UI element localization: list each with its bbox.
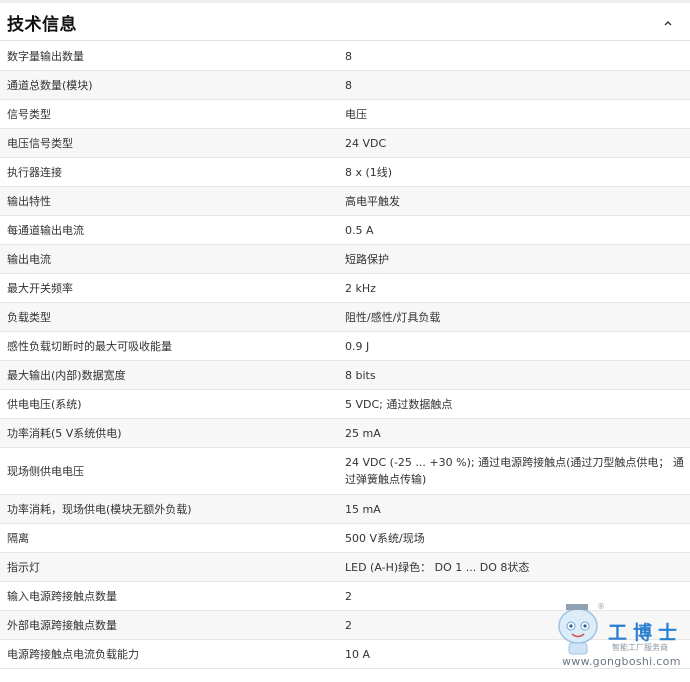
section-title: 技术信息 (7, 15, 77, 35)
spec-row: 最大开关频率 2 kHz (0, 274, 690, 303)
spec-key: 外部电源跨接触点数量 (7, 619, 117, 632)
spec-row: 数字量输出数量 8 (0, 42, 690, 71)
section-header[interactable]: 技术信息 (0, 5, 690, 41)
spec-row: 指示灯 LED (A-H)绿色： DO 1 ... DO 8状态 (0, 553, 690, 582)
spec-key: 负载类型 (7, 311, 51, 324)
spec-value: 电压 (345, 107, 367, 121)
spec-row: 输出特性 高电平触发 (0, 187, 690, 216)
spec-row: 每通道输出电流 0.5 A (0, 216, 690, 245)
spec-row: 信号类型 电压 (0, 100, 690, 129)
spec-key: 功率消耗，现场供电(模块无额外负载) (7, 503, 192, 516)
spec-row: 电源跨接触点电流负载能力 10 A (0, 640, 690, 669)
spec-key: 供电电压(系统) (7, 398, 82, 411)
spec-key: 指示灯 (7, 561, 40, 574)
spec-value: 5 VDC; 通过数据触点 (345, 397, 453, 411)
spec-value: 10 A (345, 647, 371, 661)
spec-value: 高电平触发 (345, 194, 400, 208)
spec-key: 隔离 (7, 532, 29, 545)
spec-row: 外部电源跨接触点数量 2 (0, 611, 690, 640)
spec-row: 供电电压(系统) 5 VDC; 通过数据触点 (0, 390, 690, 419)
spec-table: 数字量输出数量 8 通道总数量(模块) 8 信号类型 电压 电压信号类型 24 VDC … (0, 42, 690, 669)
top-divider (0, 0, 690, 3)
spec-key: 输入电源跨接触点数量 (7, 590, 117, 603)
spec-row: 执行器连接 8 x (1线) (0, 158, 690, 187)
spec-value: 25 mA (345, 426, 381, 440)
spec-row: 通道总数量(模块) 8 (0, 71, 690, 100)
spec-value: 8 x (1线) (345, 165, 393, 179)
chevron-up-icon[interactable] (660, 15, 676, 31)
spec-key: 执行器连接 (7, 166, 62, 179)
spec-value: 0.5 A (345, 223, 374, 237)
spec-row: 电压信号类型 24 VDC (0, 129, 690, 158)
spec-value: 24 VDC (345, 136, 387, 150)
spec-key: 现场侧供电电压 (7, 465, 84, 478)
spec-key: 每通道输出电流 (7, 224, 84, 237)
spec-value: 8 (345, 78, 352, 92)
spec-value: 短路保护 (345, 252, 389, 266)
spec-row: 负载类型 阻性/感性/灯具负载 (0, 303, 690, 332)
spec-row: 功率消耗(5 V系统供电) 25 mA (0, 419, 690, 448)
spec-value: 2 (345, 589, 352, 603)
spec-key: 电源跨接触点电流负载能力 (7, 648, 139, 661)
spec-value: 500 V系统/现场 (345, 531, 425, 545)
spec-row: 最大输出(内部)数据宽度 8 bits (0, 361, 690, 390)
spec-row: 隔离 500 V系统/现场 (0, 524, 690, 553)
spec-value: 0.9 J (345, 339, 370, 353)
spec-value: 阻性/感性/灯具负载 (345, 310, 441, 324)
spec-key: 电压信号类型 (7, 137, 73, 150)
spec-value: 24 VDC (-25 ... +30 %); 通过电源跨接触点(通过刀型触点供… (345, 456, 684, 486)
spec-row: 输入电源跨接触点数量 2 (0, 582, 690, 611)
spec-key: 数字量输出数量 (7, 50, 84, 63)
spec-row: 感性负载切断时的最大可吸收能量 0.9 J (0, 332, 690, 361)
spec-key: 输出特性 (7, 195, 51, 208)
spec-key: 最大开关频率 (7, 282, 73, 295)
spec-value: 2 kHz (345, 281, 376, 295)
spec-value: 15 mA (345, 502, 381, 516)
spec-key: 通道总数量(模块) (7, 79, 93, 92)
spec-row: 输出电流 短路保护 (0, 245, 690, 274)
spec-row: 现场侧供电电压 24 VDC (-25 ... +30 %); 通过电源跨接触点(… (0, 448, 690, 495)
spec-value: LED (A-H)绿色： DO 1 ... DO 8状态 (345, 560, 530, 574)
spec-key: 最大输出(内部)数据宽度 (7, 369, 126, 382)
spec-key: 信号类型 (7, 108, 51, 121)
spec-row: 功率消耗，现场供电(模块无额外负载) 15 mA (0, 495, 690, 524)
spec-key: 感性负载切断时的最大可吸收能量 (7, 340, 172, 353)
spec-key: 功率消耗(5 V系统供电) (7, 427, 122, 440)
spec-value: 8 bits (345, 368, 376, 382)
spec-value: 8 (345, 49, 352, 63)
spec-key: 输出电流 (7, 253, 51, 266)
spec-value: 2 (345, 618, 352, 632)
